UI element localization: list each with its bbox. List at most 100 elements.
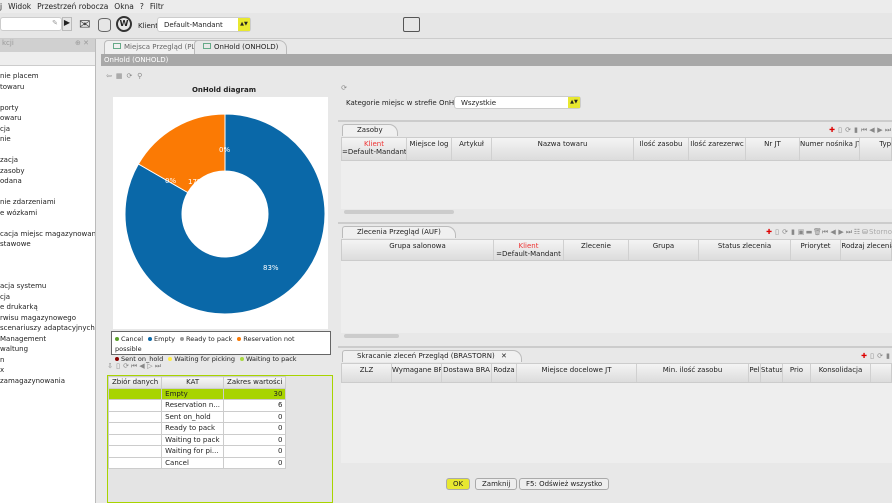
nav-item[interactable]: zamagazynowania	[0, 376, 95, 387]
nav-item[interactable]: cacja miejsc magazynowania	[0, 229, 95, 240]
table-row[interactable]: Reservation n... 6	[107, 399, 287, 412]
menu-item[interactable]: Widok	[8, 2, 31, 11]
delete-icon[interactable]: ▮	[884, 352, 892, 360]
column-header[interactable]: Miejsce docelowe JT	[517, 364, 637, 382]
table-row[interactable]: Waiting for pi... 0	[107, 445, 287, 458]
refresh-icon[interactable]: ⟳	[122, 362, 130, 370]
next-icon[interactable]: ▶	[876, 126, 884, 134]
column-header[interactable]: Zlecenie	[564, 240, 629, 260]
column-header[interactable]: Zakres wartości	[223, 376, 287, 389]
table-row[interactable]: Waiting to pack 0	[107, 433, 287, 446]
menu-item[interactable]: ?	[140, 2, 144, 11]
nav-item[interactable]	[0, 145, 95, 156]
mail-icon[interactable]: ✉	[79, 17, 91, 33]
column-header[interactable]: KAT	[161, 376, 225, 389]
column-header[interactable]: Numer nośnika JT	[800, 138, 860, 160]
nav-item[interactable]: stawowe	[0, 239, 95, 250]
nav-item[interactable]: porty	[0, 103, 95, 114]
pin-icon[interactable]: ⚲	[136, 72, 144, 80]
nav-item[interactable]: waltung	[0, 344, 95, 355]
nav-item[interactable]: rwisu magazynowego	[0, 313, 95, 324]
first-icon[interactable]: ⏮	[130, 362, 138, 370]
refresh-icon[interactable]: ⟳	[340, 84, 348, 92]
grid-icon[interactable]: ☷	[853, 228, 861, 236]
tab-1[interactable]: OnHold (ONHOLD)	[194, 40, 288, 54]
nav-item[interactable]: acja systemu	[0, 281, 95, 292]
column-filter[interactable]: =Default-Mandant	[342, 148, 406, 156]
table-row[interactable]: Empty 30	[107, 387, 287, 400]
column-header[interactable]: Grupa	[629, 240, 699, 260]
column-header[interactable]: Rodzaj zlecenia	[841, 240, 892, 260]
nav-item[interactable]	[0, 260, 95, 271]
nav-item[interactable]: Management	[0, 334, 95, 345]
column-header[interactable]: Klient =Default-Mandant	[494, 240, 564, 260]
nav-item[interactable]	[0, 271, 95, 282]
database-icon[interactable]	[98, 18, 111, 32]
delete-icon[interactable]: ▬	[805, 228, 813, 236]
nav-item[interactable]: odana	[0, 176, 95, 187]
pin-close-icons[interactable]: ⊕ ✕	[75, 39, 89, 47]
close-icon[interactable]: ✕	[501, 352, 507, 360]
storno-icon[interactable]: ⛁	[861, 228, 869, 236]
column-header[interactable]: Pel	[749, 364, 761, 382]
refresh-icon[interactable]: ⟳	[844, 126, 852, 134]
next-icon[interactable]: ▷	[146, 362, 154, 370]
column-header[interactable]: Wymagane BRA	[392, 364, 442, 382]
column-filter[interactable]: =Default-Mandant	[494, 250, 563, 258]
tab-0[interactable]: Miejsca Przegląd (PL)	[104, 40, 208, 54]
prev-icon[interactable]: ◀	[868, 126, 876, 134]
layout-icon[interactable]: ▦	[115, 72, 123, 80]
column-header[interactable]: Priorytet	[791, 240, 841, 260]
category-select[interactable]: Wszystkie ▲▼	[454, 96, 581, 109]
column-header[interactable]: Status zlecenia	[699, 240, 791, 260]
back-icon[interactable]: ⇦	[105, 72, 113, 80]
nav-item[interactable]: zasoby	[0, 166, 95, 177]
nav-item[interactable]: owaru	[0, 113, 95, 124]
nav-item[interactable]: nie zdarzeniami	[0, 197, 95, 208]
report-icon[interactable]	[403, 17, 420, 32]
columns-icon[interactable]: ▯	[836, 126, 844, 134]
last-icon[interactable]: ⏭	[845, 228, 853, 236]
nav-item[interactable]	[0, 187, 95, 198]
storno-button[interactable]: Storno	[869, 228, 892, 236]
first-icon[interactable]: ⏮	[860, 126, 868, 134]
export-icon[interactable]: ▣	[797, 228, 805, 236]
menu-item[interactable]: Okna	[114, 2, 134, 11]
menu-item[interactable]: Filtr	[150, 2, 164, 11]
pin-icon[interactable]: ✚	[765, 228, 773, 236]
table-row[interactable]: Sent on_hold 0	[107, 410, 287, 423]
horizontal-scrollbar[interactable]	[344, 210, 454, 214]
nav-item[interactable]: nie	[0, 134, 95, 145]
refresh-icon[interactable]: ⟳	[125, 72, 133, 80]
nav-item[interactable]: n	[0, 355, 95, 366]
columns-icon[interactable]: ▯	[868, 352, 876, 360]
nav-item[interactable]: cja	[0, 292, 95, 303]
column-header[interactable]: Zbiór danych	[107, 376, 163, 389]
delete-icon[interactable]: ▮	[852, 126, 860, 134]
column-header[interactable]: Typ JT	[860, 138, 892, 160]
tab-zasoby[interactable]: Zasoby	[342, 124, 398, 136]
last-icon[interactable]: ⏭	[154, 362, 162, 370]
prev-icon[interactable]: ◀	[829, 228, 837, 236]
column-header[interactable]: Rodza	[492, 364, 517, 382]
nav-item[interactable]: cja	[0, 124, 95, 135]
nav-item[interactable]	[0, 92, 95, 103]
columns-icon[interactable]: ▯	[773, 228, 781, 236]
search-w-icon[interactable]: W	[116, 16, 132, 32]
column-header[interactable]: Miejsce log	[407, 138, 452, 160]
client-select[interactable]: Default-Mandant ▲▼	[157, 17, 251, 32]
last-icon[interactable]: ⏭	[884, 126, 892, 134]
ok-button[interactable]: OK	[446, 478, 471, 490]
column-header[interactable]: Ilość zarezerwc	[689, 138, 746, 160]
menu-item[interactable]: j	[0, 2, 2, 11]
column-header[interactable]: Nazwa towaru	[492, 138, 634, 160]
doc-icon[interactable]: ▮	[789, 228, 797, 236]
horizontal-scrollbar[interactable]	[344, 334, 399, 338]
nav-item[interactable]: e drukarką	[0, 302, 95, 313]
nav-item[interactable]: x	[0, 365, 95, 376]
column-header[interactable]: Min. ilość zasobu	[637, 364, 749, 382]
table-row[interactable]: Ready to pack 0	[107, 422, 287, 435]
nav-item[interactable]: towaru	[0, 82, 95, 93]
refresh-icon[interactable]: ⟳	[781, 228, 789, 236]
nav-item[interactable]: e wózkami	[0, 208, 95, 219]
